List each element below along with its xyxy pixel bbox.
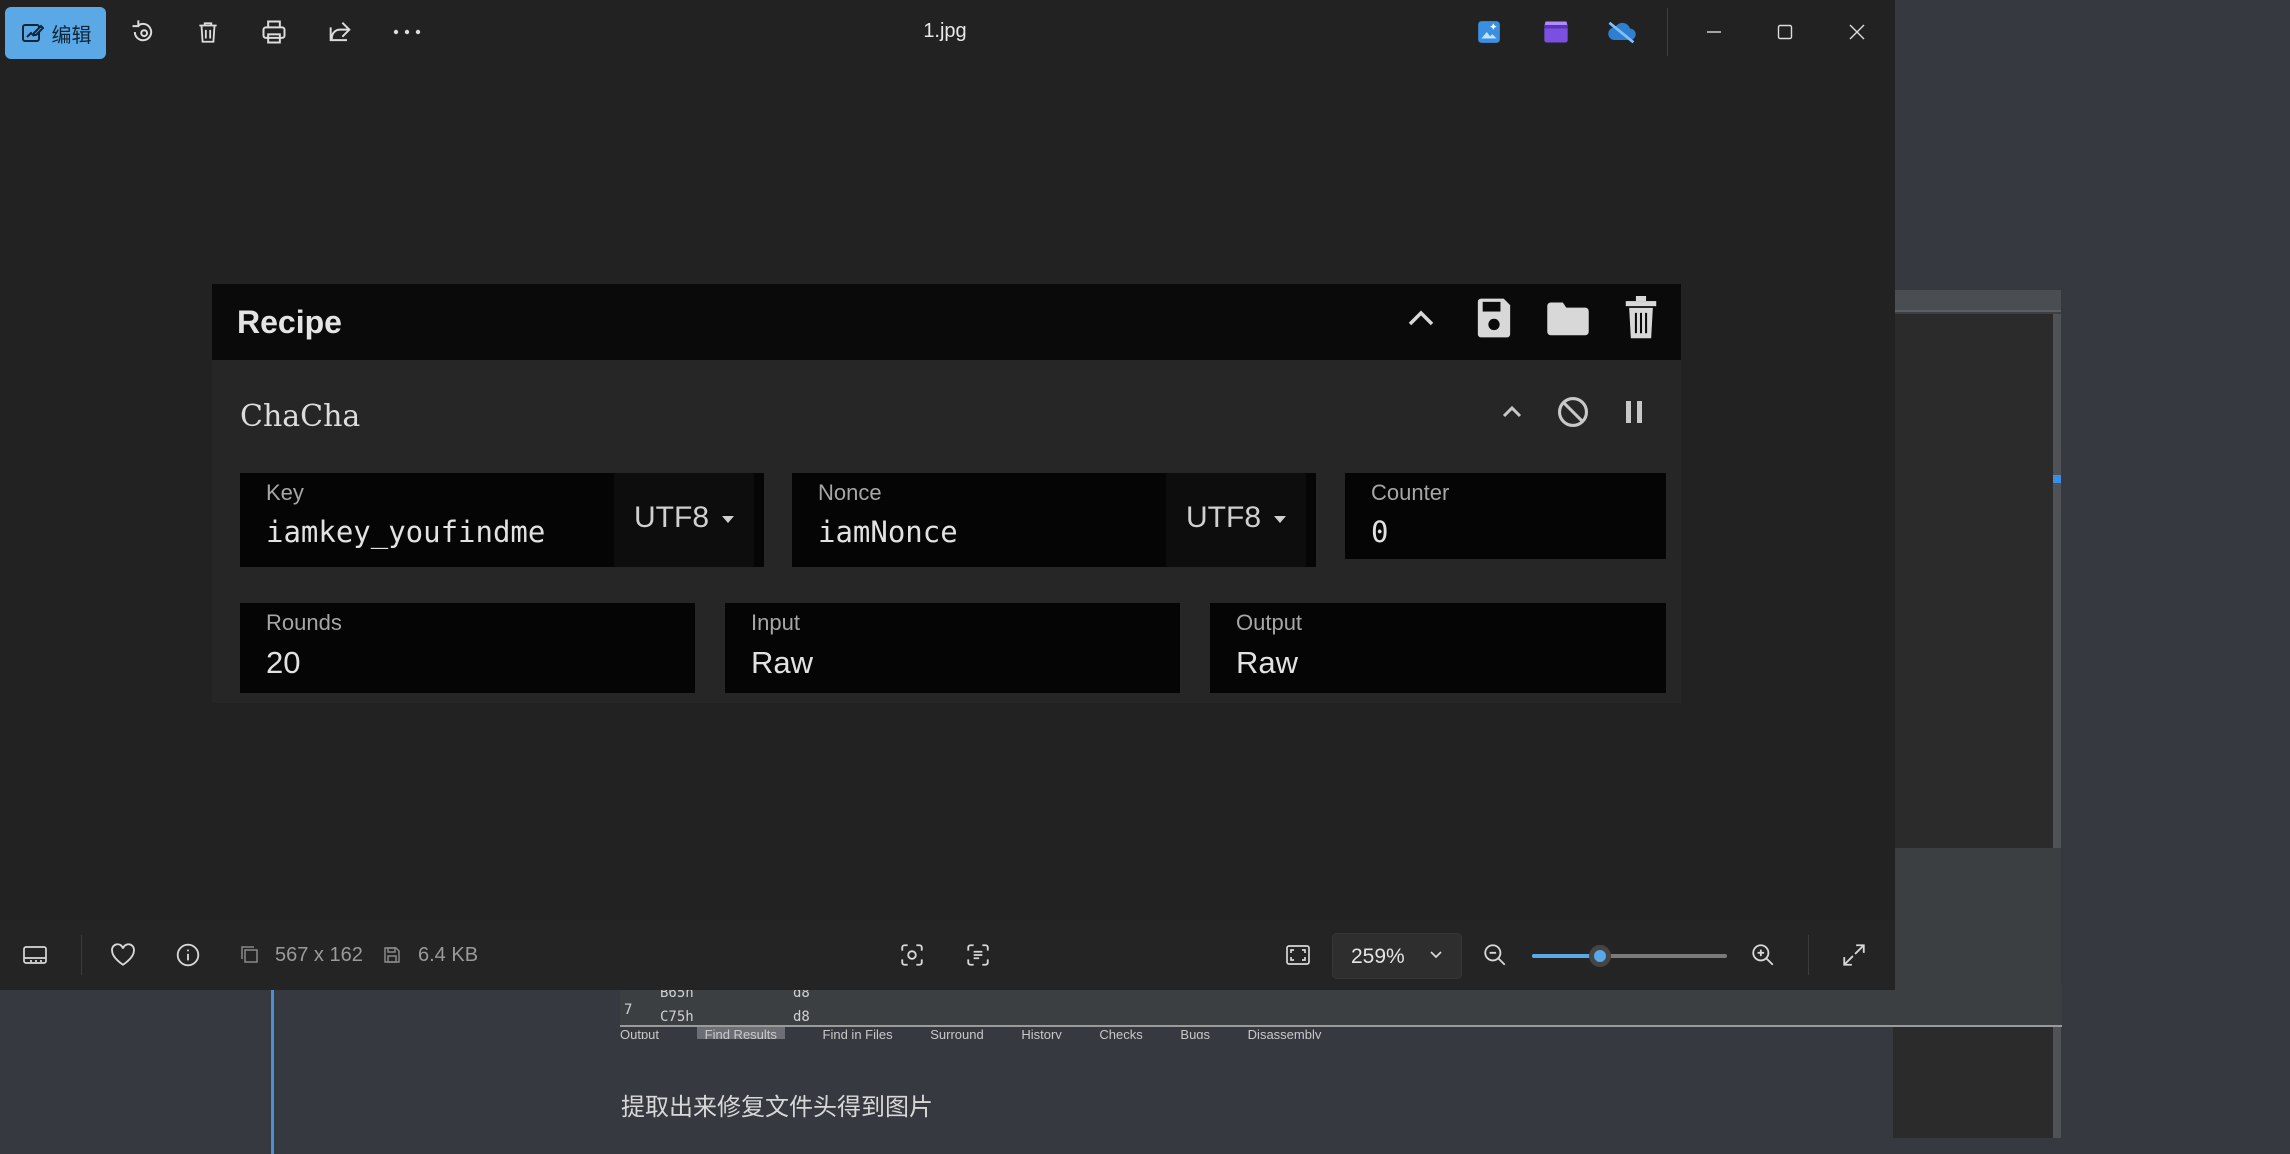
chevron-up-icon bbox=[1395, 292, 1447, 344]
key-encoding: UTF8 bbox=[634, 501, 735, 535]
cloud-off-icon[interactable] bbox=[1604, 14, 1640, 50]
filmstrip-icon[interactable] bbox=[17, 937, 53, 973]
nonce-field: Nonce iamNonce UTF8 bbox=[792, 473, 1316, 567]
nonce-encoding-label: UTF8 bbox=[1186, 501, 1261, 534]
nonce-label: Nonce bbox=[818, 480, 882, 505]
close-icon[interactable] bbox=[1839, 14, 1875, 50]
output-format-field: Output Raw bbox=[1210, 603, 1666, 693]
caret-down-icon bbox=[1273, 515, 1287, 524]
input-label: Input bbox=[751, 610, 800, 635]
ide-tab[interactable]: Surround bbox=[930, 1027, 983, 1039]
nonce-value: iamNonce bbox=[818, 515, 958, 549]
dimensions-icon bbox=[232, 937, 268, 973]
key-label: Key bbox=[266, 480, 304, 505]
caret-down-icon bbox=[721, 515, 735, 524]
ide-tab[interactable]: Disassembly bbox=[1248, 1027, 1322, 1039]
background-accent-line bbox=[271, 990, 274, 1154]
titlebar-divider bbox=[1667, 8, 1668, 56]
file-size: 6.4 KB bbox=[418, 944, 479, 966]
rounds-value: 20 bbox=[266, 645, 301, 680]
pause-icon bbox=[1612, 390, 1656, 434]
viewer-statusbar: 567 x 162 6.4 KB 259% bbox=[0, 920, 1895, 990]
minimize-icon[interactable] bbox=[1696, 14, 1732, 50]
chevron-up-icon bbox=[1490, 390, 1534, 434]
fit-to-window-icon[interactable] bbox=[1280, 937, 1316, 973]
operation-name: ChaCha bbox=[240, 399, 361, 434]
folder-icon bbox=[1542, 292, 1594, 344]
zoom-out-icon[interactable] bbox=[1477, 937, 1513, 973]
code-value: d8 bbox=[793, 1009, 810, 1025]
counter-label: Counter bbox=[1371, 480, 1450, 505]
input-format-field: Input Raw bbox=[725, 603, 1180, 693]
chevron-down-icon bbox=[1425, 942, 1447, 968]
text-extract-icon[interactable] bbox=[960, 937, 996, 973]
key-encoding-label: UTF8 bbox=[634, 501, 709, 534]
info-icon[interactable] bbox=[170, 937, 206, 973]
maximize-icon[interactable] bbox=[1767, 14, 1803, 50]
full-screen-icon[interactable] bbox=[1836, 937, 1872, 973]
visual-search-icon[interactable] bbox=[894, 937, 930, 973]
zoom-in-icon[interactable] bbox=[1745, 937, 1781, 973]
zoom-level-value: 259% bbox=[1351, 945, 1405, 968]
viewer-titlebar: 编辑 1.jpg bbox=[0, 0, 1895, 64]
ide-tab-selected[interactable]: Find Results bbox=[696, 1027, 785, 1039]
ide-tab[interactable]: Output bbox=[620, 1027, 659, 1039]
photo-viewer-window: 编辑 1.jpg Recipe ChaCha Key iamkey_youfin… bbox=[0, 0, 1895, 990]
image-dimensions: 567 x 162 bbox=[275, 944, 363, 966]
statusbar-divider bbox=[81, 935, 82, 975]
nonce-encoding: UTF8 bbox=[1186, 501, 1287, 535]
rounds-field: Rounds 20 bbox=[240, 603, 695, 693]
ide-tab[interactable]: Bugs bbox=[1180, 1027, 1210, 1039]
counter-value: 0 bbox=[1371, 515, 1389, 549]
counter-field: Counter 0 bbox=[1345, 473, 1666, 559]
ide-tab[interactable]: History bbox=[1021, 1027, 1061, 1039]
background-ide-window bbox=[1893, 290, 2061, 1138]
background-caption: 提取出来修复文件头得到图片 bbox=[621, 1093, 933, 1121]
ide-window-titlebar bbox=[1893, 290, 2061, 312]
output-label: Output bbox=[1236, 610, 1303, 635]
ide-scroll-marker bbox=[2053, 475, 2061, 483]
ide-tab[interactable]: Find in Files bbox=[823, 1027, 893, 1039]
zoom-level-dropdown[interactable]: 259% bbox=[1332, 933, 1462, 979]
image-creator-icon[interactable] bbox=[1471, 14, 1507, 50]
displayed-image-recipe-panel: Recipe ChaCha Key iamkey_youfindme UTF8 … bbox=[212, 284, 1681, 703]
save-icon bbox=[1468, 292, 1520, 344]
rounds-label: Rounds bbox=[266, 610, 342, 635]
input-value: Raw bbox=[751, 645, 814, 680]
recipe-title: Recipe bbox=[237, 304, 342, 340]
background-code-listing: B65h d8 7 C75h d8 bbox=[620, 985, 2062, 1027]
favorite-heart-icon[interactable] bbox=[105, 937, 141, 973]
key-value: iamkey_youfindme bbox=[266, 515, 546, 549]
zoom-slider-thumb[interactable] bbox=[1589, 945, 1612, 967]
zoom-slider[interactable] bbox=[1532, 945, 1727, 967]
output-value: Raw bbox=[1236, 645, 1299, 680]
ide-tab[interactable]: Checks bbox=[1099, 1027, 1142, 1039]
disable-icon bbox=[1551, 390, 1595, 434]
statusbar-divider bbox=[1808, 935, 1809, 975]
clipchamp-icon[interactable] bbox=[1538, 14, 1574, 50]
code-address: C75h bbox=[660, 1009, 694, 1025]
key-field: Key iamkey_youfindme UTF8 bbox=[240, 473, 764, 567]
code-row-number: 7 bbox=[624, 1002, 633, 1018]
trash-icon bbox=[1615, 292, 1667, 344]
recipe-header: Recipe bbox=[212, 284, 1681, 360]
background-ide-tabs: Output Find Results Find in Files Surrou… bbox=[620, 1027, 2062, 1039]
file-size-icon bbox=[374, 937, 410, 973]
